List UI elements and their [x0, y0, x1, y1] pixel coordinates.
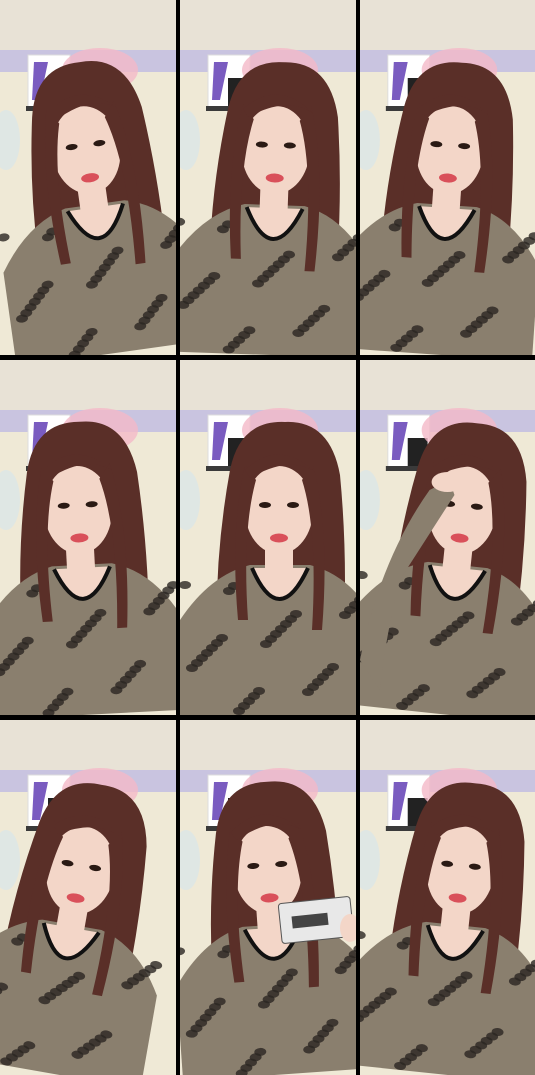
- ceiling: [0, 0, 176, 50]
- lips: [270, 533, 288, 543]
- selfie-frame-7: [0, 720, 176, 1075]
- selfie-frame-9: [360, 720, 535, 1075]
- selfie-frame-1: [0, 0, 176, 355]
- selfie-frame-6: [360, 360, 535, 715]
- hand: [431, 472, 464, 492]
- ceiling: [0, 720, 176, 770]
- ceiling: [180, 0, 356, 50]
- ceiling: [180, 360, 356, 410]
- ceiling: [360, 360, 535, 410]
- ceiling: [360, 0, 535, 50]
- ceiling: [0, 360, 176, 410]
- ceiling: [360, 720, 535, 770]
- selfie-frame-3: [360, 0, 535, 355]
- ceiling: [180, 720, 356, 770]
- eye-right: [287, 502, 299, 508]
- selfie-frame-8: [180, 720, 356, 1075]
- selfie-frame-4: [0, 360, 176, 715]
- selfie-frame-5: [180, 360, 356, 715]
- selfie-frame-2: [180, 0, 356, 355]
- eye-left: [259, 502, 271, 508]
- photo-collage: [0, 0, 535, 1075]
